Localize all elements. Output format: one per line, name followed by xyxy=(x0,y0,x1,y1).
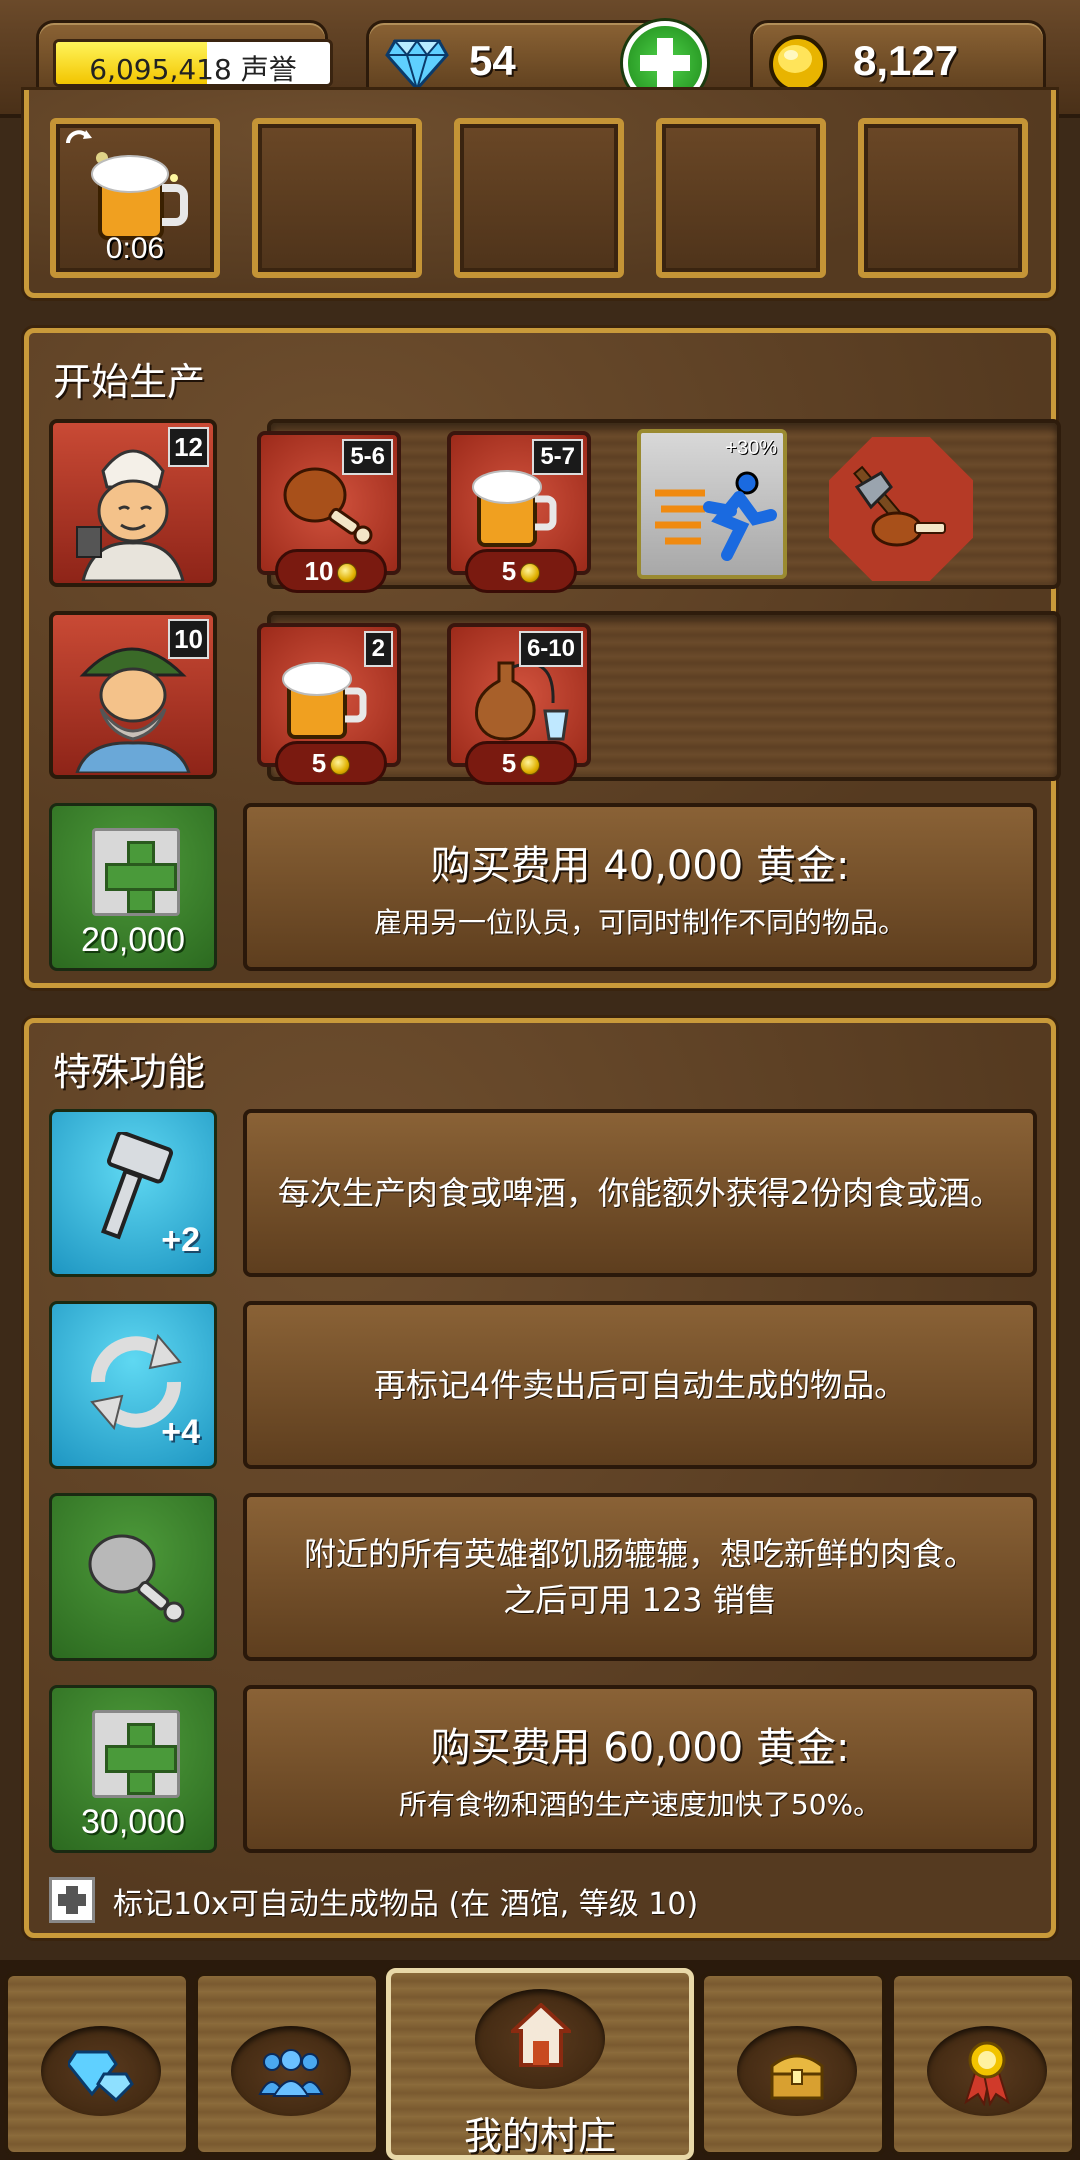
bottom-nav: 我的村庄 xyxy=(0,1960,1080,2160)
feature-meat-demand-desc: 附近的所有英雄都饥肠辘辘，想吃新鲜的肉食。 之后可用 123 销售 xyxy=(243,1493,1037,1661)
nav-active-label: 我的村庄 xyxy=(463,2114,616,2158)
axe-meat-icon xyxy=(853,465,946,547)
special-title: 特殊功能 xyxy=(53,1050,206,1094)
hire-title: 购买费用 40,000 黄金: xyxy=(430,843,850,889)
gems-icon xyxy=(68,2050,134,2102)
elf-portrait[interactable]: 10 xyxy=(49,611,217,779)
feature-badge: +2 xyxy=(161,1221,200,1259)
item-beer[interactable]: 2 5 xyxy=(257,623,401,785)
item-yield: 6-10 xyxy=(518,631,583,667)
item-price: 5 xyxy=(275,741,387,785)
plus-icon xyxy=(92,828,180,916)
special-panel: 特殊功能 +2 每次生产肉食或啤酒，你能额外获得2份肉食或酒。 +4 再标记4件… xyxy=(24,1018,1056,1938)
item-wine-flask[interactable]: 6-10 5 xyxy=(447,623,591,785)
queue-slot-2[interactable] xyxy=(252,118,422,278)
queue-timer: 0:06 xyxy=(105,232,165,265)
auto-refresh-icon xyxy=(66,130,92,144)
treasure-chest-icon xyxy=(770,2054,824,2100)
coin-icon xyxy=(330,755,351,776)
item-price: 10 xyxy=(275,549,387,593)
item-yield: 5-6 xyxy=(342,439,393,475)
hire-subtitle: 雇用另一位队员，可同时制作不同的物品。 xyxy=(373,906,906,939)
queue-slot-5[interactable] xyxy=(858,118,1028,278)
auto-produce-plus-icon xyxy=(49,1877,95,1923)
feature-meat-demand[interactable] xyxy=(49,1493,217,1661)
gems-count: 54 xyxy=(469,37,516,84)
buy-speed-description: 购买费用 60,000 黄金: 所有食物和酒的生产速度加快了50%。 xyxy=(243,1685,1037,1853)
reputation-bar: 6,095,418 声誉 xyxy=(53,39,333,87)
worker-level: 12 xyxy=(168,427,209,467)
nav-my-village[interactable]: 我的村庄 xyxy=(386,1968,694,2160)
home-icon xyxy=(511,2003,571,2067)
worker-level: 10 xyxy=(168,619,209,659)
speed-boost-percent: +30% xyxy=(725,437,777,459)
people-icon xyxy=(258,2049,324,2097)
item-yield: 2 xyxy=(363,631,393,667)
buy-speed-cost: 30,000 xyxy=(81,1803,185,1841)
queue-slot-1[interactable]: 0:06 xyxy=(50,118,220,278)
feature-extra-yield-desc: 每次生产肉食或啤酒，你能额外获得2份肉食或酒。 xyxy=(243,1109,1037,1277)
coin-icon xyxy=(520,563,541,584)
chicken-leg-icon xyxy=(88,1534,185,1623)
nav-achievements[interactable] xyxy=(890,1972,1076,2156)
feature-extra-yield[interactable]: +2 xyxy=(49,1109,217,1277)
feature-auto-produce-desc: 再标记4件卖出后可自动生成的物品。 xyxy=(243,1301,1037,1469)
hire-cost: 20,000 xyxy=(81,921,185,959)
auto-produce-footer: 标记10x可自动生成物品 (在 酒馆, 等级 10) xyxy=(113,1887,699,1922)
speed-boost-item[interactable]: +30% xyxy=(637,429,787,579)
running-man-icon xyxy=(655,471,777,561)
nav-heroes[interactable] xyxy=(194,1972,380,2156)
buy-speed-subtitle: 所有食物和酒的生产速度加快了50%。 xyxy=(398,1788,882,1821)
beer-mug-icon xyxy=(282,662,367,739)
queue-slot-4[interactable] xyxy=(656,118,826,278)
buy-speed-button[interactable]: 30,000 xyxy=(49,1685,217,1853)
buy-speed-title: 购买费用 60,000 黄金: xyxy=(430,1725,850,1771)
gold-coin-icon xyxy=(769,35,827,93)
hire-description: 购买费用 40,000 黄金: 雇用另一位队员，可同时制作不同的物品。 xyxy=(243,803,1037,971)
production-title: 开始生产 xyxy=(53,360,206,404)
nav-chest[interactable] xyxy=(700,1972,886,2156)
coin-icon xyxy=(520,755,541,776)
item-roast-chicken[interactable]: 5-6 10 xyxy=(257,431,401,593)
cook-portrait[interactable]: 12 xyxy=(49,419,217,587)
feature-auto-produce[interactable]: +4 xyxy=(49,1301,217,1469)
medal-icon xyxy=(964,2041,1010,2106)
item-price: 5 xyxy=(465,741,577,785)
production-panel: 开始生产 12 5-6 10 5-7 5 +30% 10 2 5 6-10 5 … xyxy=(24,328,1061,988)
queue-slot-3[interactable] xyxy=(454,118,624,278)
diamond-icon xyxy=(385,39,449,93)
item-yield: 5-7 xyxy=(532,439,583,475)
coin-icon xyxy=(337,563,358,584)
nav-shop[interactable] xyxy=(4,1972,190,2156)
hire-worker-button[interactable]: 20,000 xyxy=(49,803,217,971)
item-price: 5 xyxy=(465,549,577,593)
reputation-text: 6,095,418 声誉 xyxy=(89,53,297,86)
item-beer[interactable]: 5-7 5 xyxy=(447,431,591,593)
gold-count: 8,127 xyxy=(853,37,959,84)
feature-badge: +4 xyxy=(161,1413,200,1451)
plus-icon xyxy=(92,1710,180,1798)
